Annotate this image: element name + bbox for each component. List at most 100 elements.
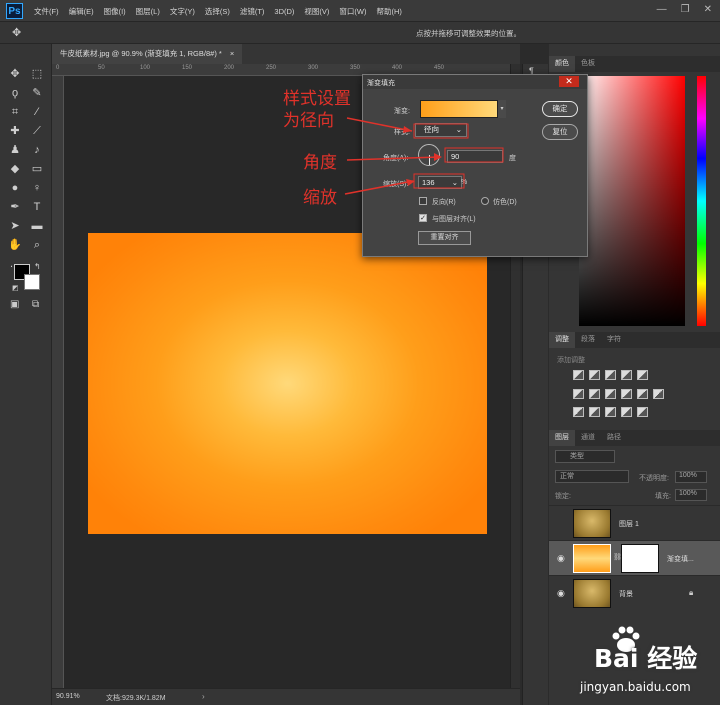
background-color-swatch[interactable]: [24, 274, 40, 290]
move-icon[interactable]: ✥: [6, 66, 24, 82]
hand-icon[interactable]: ✋: [6, 237, 24, 253]
ruler-tick: 450: [434, 65, 445, 71]
menu-item-3[interactable]: 图层(L): [136, 6, 160, 17]
dodge-icon[interactable]: ♀: [28, 180, 46, 196]
exposure-icon[interactable]: [621, 370, 632, 380]
threshold-icon[interactable]: [605, 407, 616, 417]
adjustments-title: 添加调整: [557, 357, 585, 364]
tab-paragraph[interactable]: 段落: [575, 332, 601, 348]
status-arrow-icon[interactable]: ›: [202, 692, 205, 701]
black-white-icon[interactable]: [605, 389, 616, 399]
menu-item-7[interactable]: 3D(D): [274, 7, 294, 16]
shape-icon[interactable]: ▬: [28, 218, 46, 234]
gradient-map-icon[interactable]: [621, 407, 632, 417]
lock-icon: 🔒︎: [689, 588, 694, 597]
close-window-button[interactable]: ✕: [704, 4, 712, 15]
reset-align-button[interactable]: 重置对齐: [418, 231, 471, 245]
tab-character[interactable]: 字符: [601, 332, 627, 348]
style-select[interactable]: 径向 ⌄: [415, 123, 467, 137]
hue-saturation-icon[interactable]: [573, 389, 584, 399]
crop-icon[interactable]: ⌗: [6, 104, 24, 120]
swap-colors-icon[interactable]: ↰: [34, 262, 41, 271]
tab-color[interactable]: 颜色: [549, 56, 575, 72]
hue-slider[interactable]: [697, 76, 706, 326]
photo-filter-icon[interactable]: [621, 389, 632, 399]
align-layer-checkbox[interactable]: ✓: [419, 214, 427, 222]
pen-icon[interactable]: ✒: [6, 199, 24, 215]
color-balance-icon[interactable]: [589, 389, 600, 399]
menu-item-8[interactable]: 视图(V): [304, 6, 329, 17]
layer-row[interactable]: ◉ 背景 🔒︎: [549, 575, 720, 610]
posterize-icon[interactable]: [589, 407, 600, 417]
dither-checkbox[interactable]: [481, 197, 489, 205]
document-tab-close[interactable]: ×: [230, 49, 234, 58]
menu-item-0[interactable]: 文件(F): [34, 6, 59, 17]
dialog-close-button[interactable]: ✕: [559, 76, 579, 87]
quick-mask-icon[interactable]: ▣: [10, 299, 19, 310]
menu-item-4[interactable]: 文字(Y): [170, 6, 195, 17]
selective-color-icon[interactable]: [637, 407, 648, 417]
document-image-radial-gradient[interactable]: [88, 233, 487, 534]
brightness-icon[interactable]: [573, 370, 584, 380]
quick-select-icon[interactable]: ✎: [28, 85, 46, 101]
gradient-icon[interactable]: ▭: [28, 161, 46, 177]
vibrance-icon[interactable]: [637, 370, 648, 380]
minimize-button[interactable]: —: [657, 4, 667, 15]
menu-item-2[interactable]: 图像(I): [104, 6, 126, 17]
layer-filter-select[interactable]: 类型: [555, 450, 615, 463]
layer-row-active[interactable]: ◉ ⛓ 渐变填...: [549, 540, 720, 575]
gradient-swatch[interactable]: [420, 100, 498, 118]
tab-swatches[interactable]: 色板: [575, 56, 601, 72]
blur-icon[interactable]: ●: [6, 180, 24, 196]
ruler-tick: 400: [392, 65, 403, 71]
tab-adjustments[interactable]: 调整: [549, 332, 575, 348]
fill-input[interactable]: 100%: [675, 489, 707, 501]
reverse-checkbox[interactable]: [419, 197, 427, 205]
channel-mixer-icon[interactable]: [637, 389, 648, 399]
menu-item-5[interactable]: 选择(S): [205, 6, 230, 17]
visibility-eye-icon[interactable]: ◉: [557, 553, 565, 564]
color-panel-tabs: 颜色 色板: [549, 56, 720, 72]
eyedropper-icon[interactable]: ⁄: [28, 104, 46, 120]
brush-icon[interactable]: ⟋: [28, 123, 46, 139]
tab-channels[interactable]: 通道: [575, 430, 601, 446]
visibility-eye-icon[interactable]: ◉: [557, 588, 565, 599]
history-brush-icon[interactable]: ♪: [28, 142, 46, 158]
menu-item-1[interactable]: 编辑(E): [69, 6, 94, 17]
chevron-down-icon: ⌄: [455, 125, 462, 134]
gradient-dropdown-icon[interactable]: ▾: [498, 100, 506, 118]
type-icon[interactable]: T: [28, 199, 46, 215]
eraser-icon[interactable]: ◆: [6, 161, 24, 177]
layer-row[interactable]: 图层 1: [549, 505, 720, 540]
zoom-icon[interactable]: ⌕: [28, 237, 46, 253]
move-tool-icon[interactable]: ✥: [12, 26, 21, 39]
zoom-level[interactable]: 90.91%: [56, 693, 80, 700]
document-tab[interactable]: 牛皮纸素材.jpg @ 90.9% (渐变填充 1, RGB/8#) * ×: [52, 44, 243, 64]
scale-input[interactable]: 136 ⌄: [418, 176, 462, 189]
stamp-icon[interactable]: ♟: [6, 142, 24, 158]
blend-mode-select[interactable]: 正常: [555, 470, 629, 483]
angle-input[interactable]: 90: [447, 150, 503, 163]
opacity-input[interactable]: 100%: [675, 471, 707, 483]
screen-mode-icon[interactable]: ⧉: [32, 299, 39, 310]
tab-paths[interactable]: 路径: [601, 430, 627, 446]
ok-button[interactable]: 确定: [542, 101, 578, 117]
menu-item-10[interactable]: 帮助(H): [377, 6, 402, 17]
marquee-icon[interactable]: ⬚: [28, 66, 46, 82]
menu-item-6[interactable]: 滤镜(T): [240, 6, 265, 17]
color-lookup-icon[interactable]: [653, 389, 664, 399]
curves-icon[interactable]: [605, 370, 616, 380]
tab-layers[interactable]: 图层: [549, 430, 575, 446]
reset-button[interactable]: 复位: [542, 124, 578, 140]
default-colors-icon[interactable]: ◩: [12, 284, 19, 292]
invert-icon[interactable]: [573, 407, 584, 417]
lasso-icon[interactable]: ϙ: [6, 85, 24, 101]
path-select-icon[interactable]: ➤: [6, 218, 24, 234]
restore-button[interactable]: ❐: [681, 4, 690, 15]
adjustment-icons-row-3: [573, 407, 648, 417]
angle-dial[interactable]: [418, 144, 440, 166]
color-picker-field[interactable]: [579, 76, 685, 326]
levels-icon[interactable]: [589, 370, 600, 380]
healing-icon[interactable]: ✚: [6, 123, 24, 139]
menu-item-9[interactable]: 窗口(W): [339, 6, 366, 17]
